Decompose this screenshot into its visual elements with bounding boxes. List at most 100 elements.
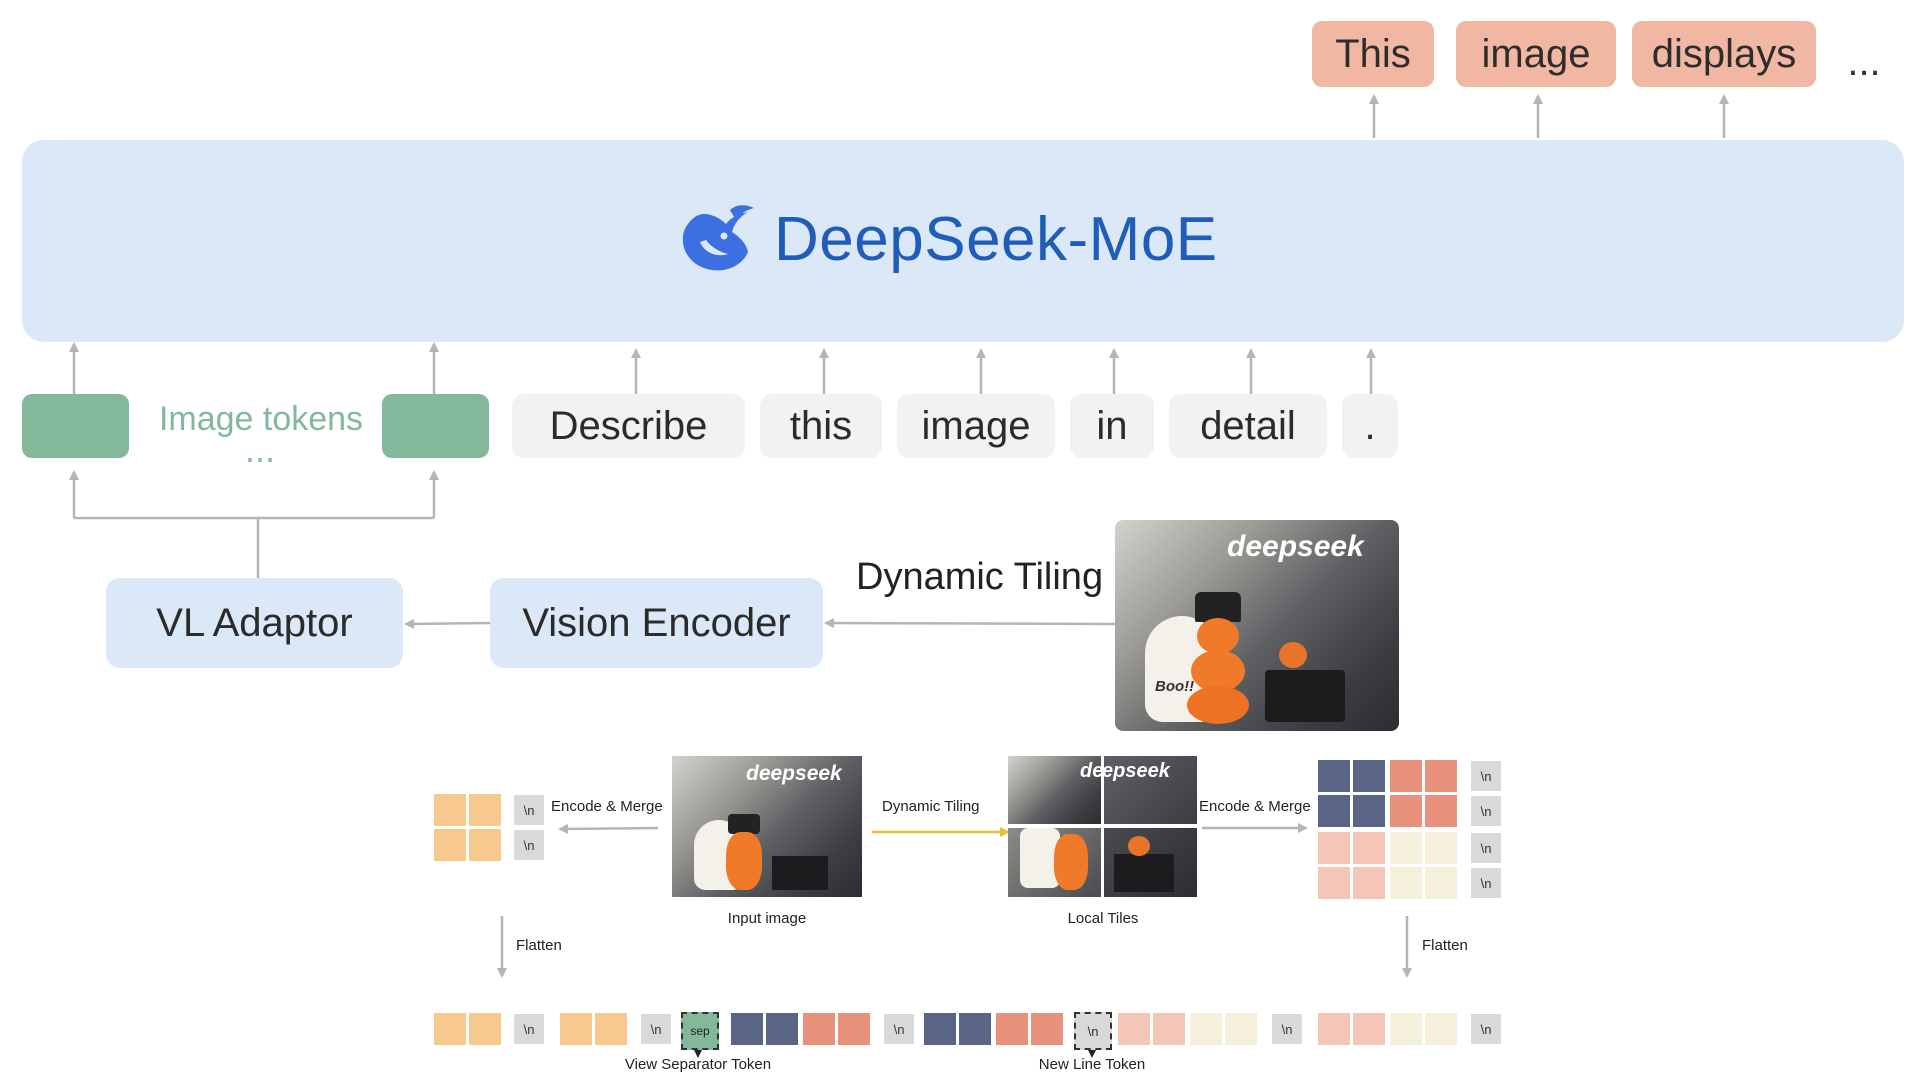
lantern-pumpkin: [1128, 836, 1150, 856]
newline-token: \n: [514, 1014, 544, 1044]
input-photo: deepseek Boo!!: [1115, 520, 1399, 731]
text-token-period: .: [1342, 394, 1398, 458]
seq-token: [1190, 1013, 1222, 1045]
tile-token: [1318, 760, 1350, 792]
output-token-1: This: [1312, 21, 1434, 87]
seq-token: [1318, 1013, 1350, 1045]
newline-token: \n: [1471, 796, 1501, 826]
tile-token: [1353, 795, 1385, 827]
text-token-detail: detail: [1169, 394, 1327, 458]
pumpkin-stack: [726, 832, 762, 890]
seq-token: [838, 1013, 870, 1045]
seq-token: [434, 1013, 466, 1045]
architecture-diagram: This image displays ... DeepSeek-MoE Ima…: [0, 0, 1920, 1080]
seq-token: [595, 1013, 627, 1045]
tile-token: [1353, 832, 1385, 864]
tile-token: [1425, 832, 1457, 864]
seq-token: [959, 1013, 991, 1045]
newline-token: \n: [514, 830, 544, 860]
tile-token: [1425, 867, 1457, 899]
photo-boo-text: Boo!!: [1155, 678, 1195, 695]
tile-token: [1425, 760, 1457, 792]
local-tile-2: epseek: [1104, 756, 1197, 824]
encode-merge-left-label: Encode & Merge: [551, 798, 663, 815]
seq-token: [1153, 1013, 1185, 1045]
image-token-last: [382, 394, 489, 458]
output-ellipsis: ...: [1847, 39, 1881, 84]
local-tiles-caption: Local Tiles: [1067, 910, 1139, 927]
text-token-describe: Describe: [512, 394, 745, 458]
small-brand-text: deepseek: [746, 762, 842, 785]
input-image-small: deepseek: [672, 756, 862, 897]
seq-token: [1118, 1013, 1150, 1045]
newline-token: \n: [514, 795, 544, 825]
newline-token: \n: [1471, 833, 1501, 863]
dynamic-tiling-small-label: Dynamic Tiling: [882, 798, 980, 815]
local-tile-3: [1008, 828, 1101, 897]
seq-token: [766, 1013, 798, 1045]
text-token-image: image: [897, 394, 1055, 458]
tile-token: [1318, 867, 1350, 899]
image-tokens-dots: ...: [244, 429, 275, 470]
tile-token: [1390, 832, 1422, 864]
seq-token: [803, 1013, 835, 1045]
global-cell: [469, 794, 501, 826]
local-tile-4: [1104, 828, 1197, 897]
newline-token: \n: [1471, 761, 1501, 791]
newline-token: \n: [1471, 1014, 1501, 1044]
seq-token: [469, 1013, 501, 1045]
gift-boxes: [772, 856, 828, 890]
whale-icon: [674, 202, 758, 276]
llm-block: DeepSeek-MoE: [22, 140, 1904, 342]
seq-token: [1225, 1013, 1257, 1045]
flatten-right-label: Flatten: [1422, 937, 1468, 954]
seq-token: [1031, 1013, 1063, 1045]
new-line-token-highlight: \n: [1074, 1012, 1112, 1050]
tile-brand-text: epseek: [1104, 760, 1170, 782]
encode-merge-right-label: Encode & Merge: [1199, 798, 1311, 815]
tile-token: [1353, 867, 1385, 899]
llm-title: DeepSeek-MoE: [774, 205, 1218, 274]
tile-token: [1318, 832, 1350, 864]
newline-token: \n: [1272, 1014, 1302, 1044]
tile-token: [1353, 760, 1385, 792]
photo-brand-text: deepseek: [1227, 530, 1364, 563]
seq-token: [731, 1013, 763, 1045]
global-cell: [469, 829, 501, 861]
gift-boxes: [1265, 670, 1345, 722]
newline-token: \n: [1471, 868, 1501, 898]
view-separator-token: sep: [681, 1012, 719, 1050]
view-separator-caption: View Separator Token: [624, 1056, 772, 1073]
dynamic-tiling-label: Dynamic Tiling: [856, 556, 1104, 598]
new-line-caption: New Line Token: [1038, 1056, 1146, 1073]
global-cell: [434, 829, 466, 861]
gift-boxes: [1114, 854, 1174, 892]
pumpkin-bottom: [1187, 686, 1249, 724]
vl-adaptor-module: VL Adaptor: [106, 578, 403, 668]
vision-encoder-module: Vision Encoder: [490, 578, 823, 668]
tile-token: [1318, 795, 1350, 827]
input-image-caption: Input image: [727, 910, 807, 927]
image-token-first: [22, 394, 129, 458]
text-token-in: in: [1070, 394, 1154, 458]
tile-brand-text: de: [1080, 760, 1101, 782]
seq-token: [1425, 1013, 1457, 1045]
seq-token: [1390, 1013, 1422, 1045]
tile-token: [1425, 795, 1457, 827]
flatten-left-label: Flatten: [516, 937, 562, 954]
tile-token: [1390, 795, 1422, 827]
text-token-this: this: [760, 394, 882, 458]
pumpkin-top: [1197, 618, 1239, 654]
seq-token: [560, 1013, 592, 1045]
tile-token: [1390, 760, 1422, 792]
lantern-pumpkin: [1279, 642, 1307, 668]
seq-token: [924, 1013, 956, 1045]
tile-token: [1390, 867, 1422, 899]
output-token-2: image: [1456, 21, 1616, 87]
local-tile-1: de: [1008, 756, 1101, 824]
pumpkin-stack: [1054, 834, 1088, 890]
hat-shape: [728, 814, 760, 834]
newline-token: \n: [884, 1014, 914, 1044]
global-cell: [434, 794, 466, 826]
seq-token: [1353, 1013, 1385, 1045]
